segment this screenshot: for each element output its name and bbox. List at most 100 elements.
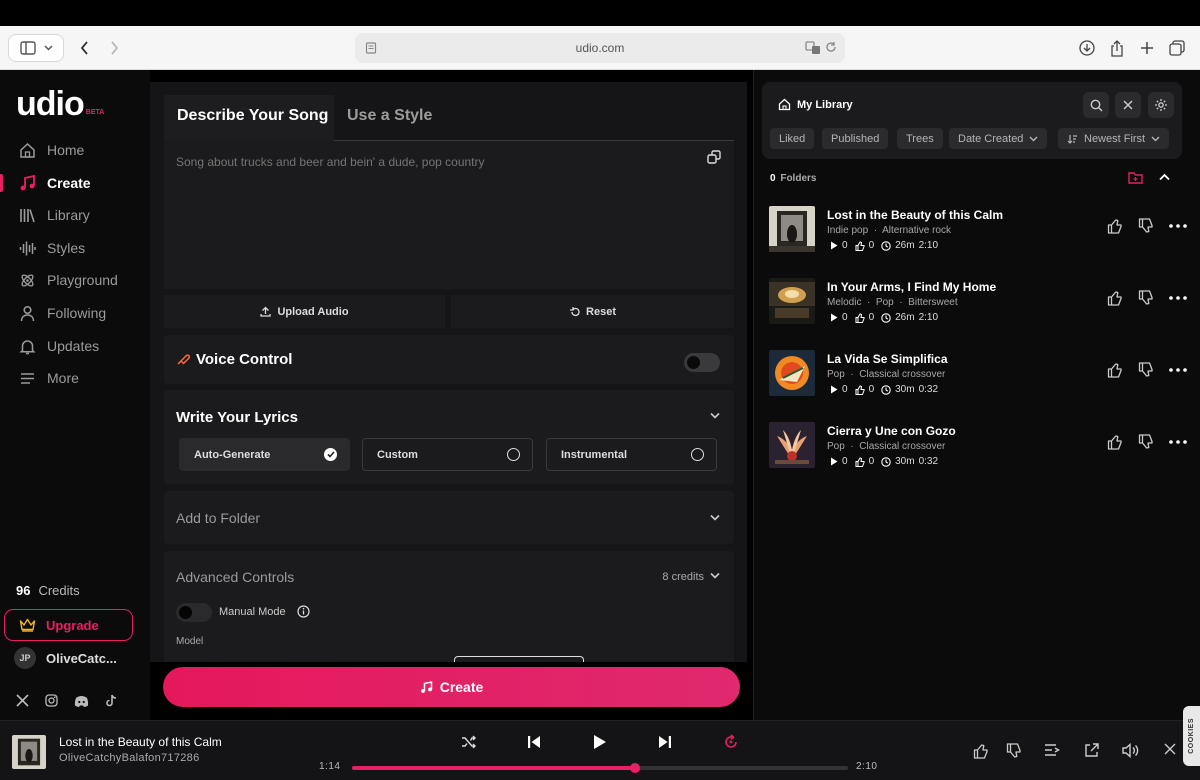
song-tag[interactable]: Melodic xyxy=(827,297,861,308)
more-options-icon[interactable] xyxy=(1169,296,1187,300)
tab-describe-song[interactable]: Describe Your Song xyxy=(177,107,328,125)
cookies-tab[interactable]: COOKIES xyxy=(1183,706,1200,766)
voice-control-toggle[interactable] xyxy=(684,353,720,372)
info-icon[interactable] xyxy=(297,605,310,618)
udio-logo[interactable]: udio BETA xyxy=(16,87,104,121)
library-song-row[interactable]: Cierra y Une con Gozo Pop · Classical cr… xyxy=(769,422,1189,482)
instagram-icon[interactable] xyxy=(45,694,58,707)
volume-icon[interactable] xyxy=(1122,743,1139,758)
sort-field-select[interactable]: Date Created xyxy=(949,128,1048,149)
now-playing-title[interactable]: Lost in the Beauty of this Calm xyxy=(59,735,222,749)
add-to-folder-section[interactable]: Add to Folder xyxy=(164,491,734,544)
queue-icon[interactable] xyxy=(1044,743,1060,757)
tiktok-icon[interactable] xyxy=(105,694,117,707)
add-folder-icon[interactable] xyxy=(1128,171,1143,184)
library-song-row[interactable]: Lost in the Beauty of this Calm Indie po… xyxy=(769,206,1189,266)
filter-liked[interactable]: Liked xyxy=(770,128,815,149)
now-playing-artwork[interactable] xyxy=(12,735,46,769)
library-song-row[interactable]: La Vida Se Simplifica Pop · Classical cr… xyxy=(769,350,1189,410)
song-tag[interactable]: Indie pop xyxy=(827,225,868,236)
forward-button[interactable] xyxy=(104,34,124,62)
thumbs-up-icon[interactable] xyxy=(1107,362,1123,378)
reload-icon[interactable] xyxy=(825,41,837,53)
song-prompt-box xyxy=(164,141,734,289)
chevron-down-icon[interactable] xyxy=(710,572,720,579)
share-button[interactable] xyxy=(1106,34,1128,62)
open-external-icon[interactable] xyxy=(1084,743,1099,758)
library-close-button[interactable] xyxy=(1115,92,1141,118)
skip-next-icon[interactable] xyxy=(658,735,672,749)
library-song-row[interactable]: In Your Arms, I Find My Home Melodic · P… xyxy=(769,278,1189,338)
upgrade-button[interactable]: Upgrade xyxy=(4,609,133,641)
nav-item-more[interactable]: More xyxy=(0,363,150,393)
manual-mode-toggle[interactable] xyxy=(176,603,212,622)
upload-audio-button[interactable]: Upload Audio xyxy=(164,295,445,328)
reset-button[interactable]: Reset xyxy=(451,295,734,328)
discord-icon[interactable] xyxy=(74,694,89,707)
nav-item-create[interactable]: Create xyxy=(0,168,150,198)
song-tag[interactable]: Pop xyxy=(876,297,894,308)
nav-item-styles[interactable]: Styles xyxy=(0,233,150,263)
top-strip xyxy=(0,0,1200,26)
thumbs-down-icon[interactable] xyxy=(1138,362,1154,378)
tab-use-style[interactable]: Use a Style xyxy=(347,107,432,125)
shuffle-icon[interactable] xyxy=(461,735,477,749)
thumbs-down-icon[interactable] xyxy=(1138,218,1154,234)
close-icon[interactable] xyxy=(1164,743,1176,755)
nav-item-updates[interactable]: Updates xyxy=(0,331,150,361)
x-icon[interactable] xyxy=(16,694,29,707)
song-tag[interactable]: Pop xyxy=(827,441,845,452)
library-search-button[interactable] xyxy=(1083,92,1109,118)
tab-overview-button[interactable] xyxy=(1166,34,1188,62)
thumbs-down-icon[interactable] xyxy=(1138,290,1154,306)
more-options-icon[interactable] xyxy=(1169,440,1187,444)
thumbs-up-icon[interactable] xyxy=(1107,218,1123,234)
randomize-prompt-icon[interactable] xyxy=(706,149,722,165)
credits-counter: 96 Credits xyxy=(16,583,80,598)
nav-item-playground[interactable]: Playground xyxy=(0,265,150,295)
new-tab-button[interactable] xyxy=(1136,34,1158,62)
thumbs-up-icon[interactable] xyxy=(1107,434,1123,450)
downloads-button[interactable] xyxy=(1076,34,1098,62)
thumbs-down-icon[interactable] xyxy=(1138,434,1154,450)
lyrics-option-auto-generate[interactable]: Auto-Generate xyxy=(179,438,350,471)
lyrics-option-custom[interactable]: Custom xyxy=(362,438,533,471)
chevron-down-icon[interactable] xyxy=(710,514,720,521)
back-button[interactable] xyxy=(74,34,94,62)
song-prompt-input[interactable] xyxy=(176,155,656,169)
thumbs-up-icon[interactable] xyxy=(1107,290,1123,306)
address-bar[interactable]: udio.com xyxy=(355,33,845,63)
progress-handle[interactable] xyxy=(629,763,640,773)
thumbs-up-icon[interactable] xyxy=(973,743,989,759)
skip-previous-icon[interactable] xyxy=(527,735,541,749)
library-settings-button[interactable] xyxy=(1148,92,1174,118)
close-icon xyxy=(1123,100,1133,110)
sidebar-toggle-button[interactable] xyxy=(8,34,64,62)
nav-item-home[interactable]: Home xyxy=(0,135,150,165)
filter-trees[interactable]: Trees xyxy=(897,128,943,149)
sort-order-select[interactable]: Newest First xyxy=(1058,128,1170,149)
translate-icon[interactable] xyxy=(805,41,821,55)
repeat-icon[interactable] xyxy=(723,734,739,750)
play-icon[interactable] xyxy=(593,734,607,750)
model-selector[interactable] xyxy=(454,656,584,662)
progress-fill xyxy=(352,766,635,770)
song-tag[interactable]: Bittersweet xyxy=(908,297,957,308)
more-options-icon[interactable] xyxy=(1169,368,1187,372)
lyrics-option-instrumental[interactable]: Instrumental xyxy=(546,438,717,471)
filter-published[interactable]: Published xyxy=(822,128,889,149)
now-playing-artist[interactable]: OliveCatchyBalafon717286 xyxy=(59,752,200,764)
thumbs-down-icon[interactable] xyxy=(1006,743,1022,759)
progress-bar[interactable] xyxy=(352,763,848,773)
nav-item-following[interactable]: Following xyxy=(0,298,150,328)
user-profile[interactable]: JP OliveCatc... xyxy=(14,647,117,669)
chevron-up-icon[interactable] xyxy=(1159,171,1170,184)
more-options-icon[interactable] xyxy=(1169,224,1187,228)
chevron-down-icon[interactable] xyxy=(710,412,720,419)
create-button[interactable]: Create xyxy=(163,667,740,707)
song-tag[interactable]: Classical crossover xyxy=(859,369,945,380)
song-tag[interactable]: Alternative rock xyxy=(882,225,951,236)
song-tag[interactable]: Pop xyxy=(827,369,845,380)
song-tag[interactable]: Classical crossover xyxy=(859,441,945,452)
nav-item-library[interactable]: Library xyxy=(0,200,150,230)
